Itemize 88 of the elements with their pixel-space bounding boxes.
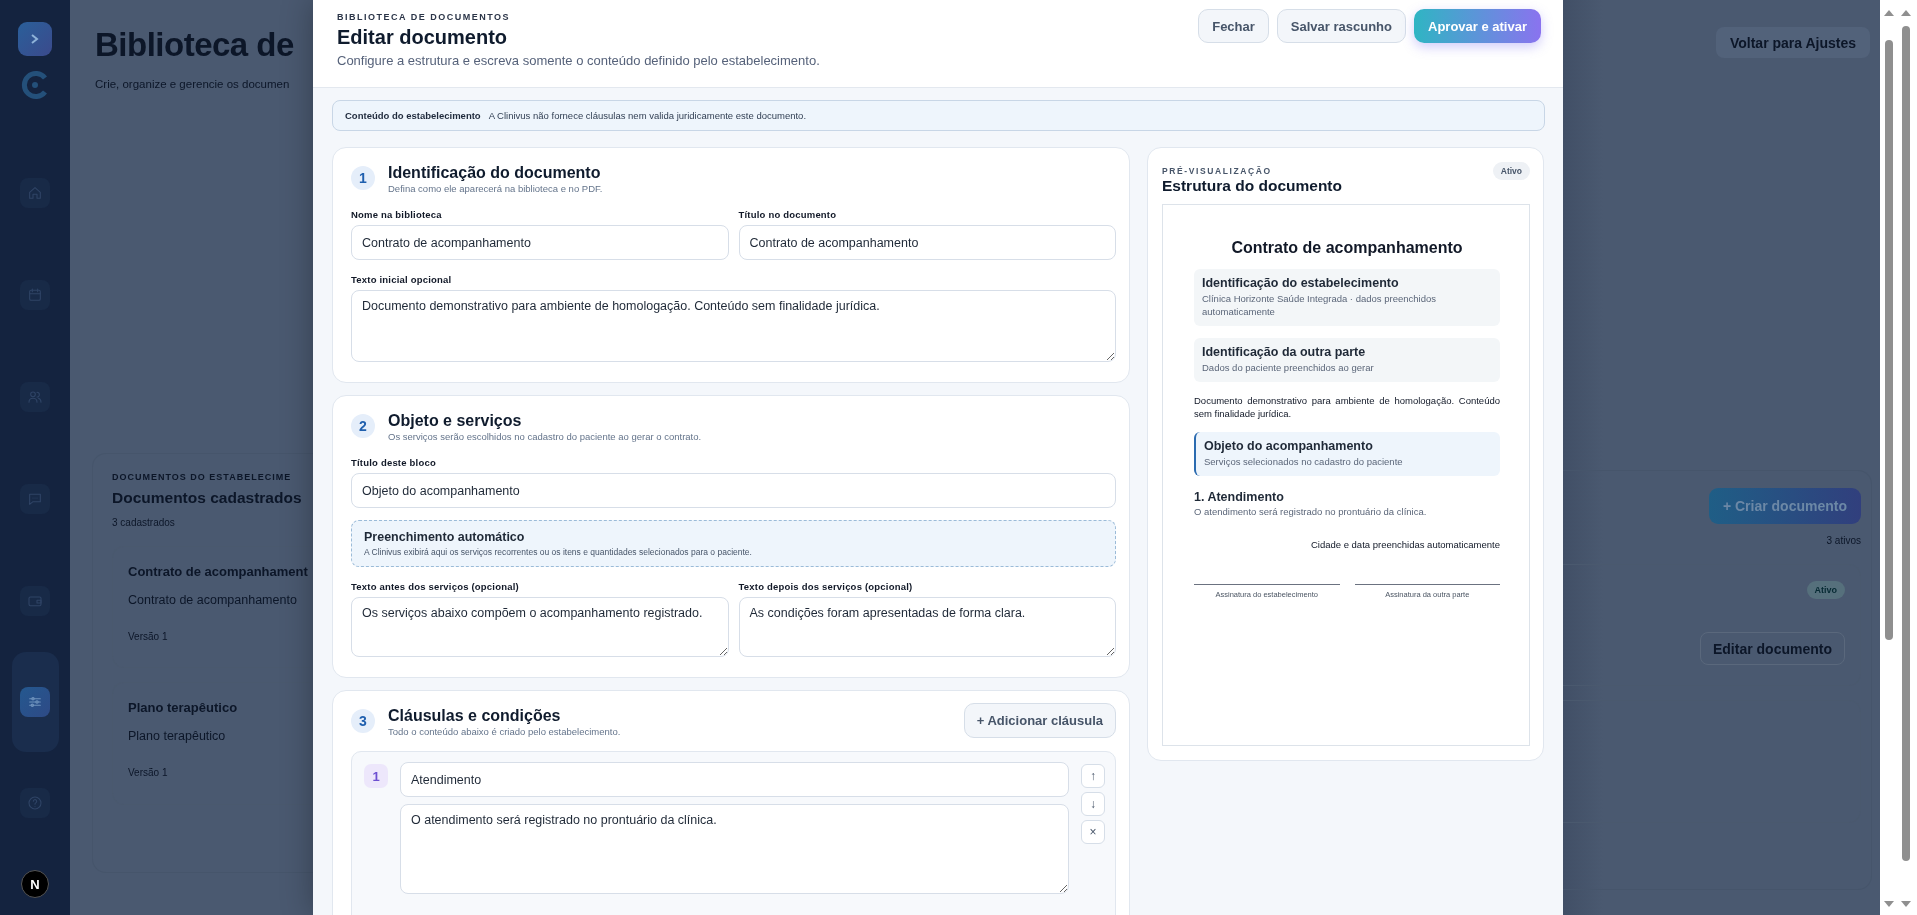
field-label: Texto inicial opcional <box>351 274 453 285</box>
home-icon <box>27 185 43 201</box>
input-field[interactable]: Objeto do acompanhamento <box>351 473 1116 508</box>
block-text: Clínica Horizonte Saúde Integrada · dados preenchidos automaticamente <box>1202 292 1437 318</box>
nav-item[interactable] <box>11 652 59 752</box>
clause-title: 1. Atendimento <box>1194 490 1285 504</box>
section-title: Objeto e serviços <box>388 411 523 431</box>
section-description: Os serviços serão escolhidos no cadastro do paciente ao gerar o contrato. <box>388 431 702 443</box>
modal-eyebrow: BIBLIOTECA DE DOCUMENTOS <box>337 11 511 23</box>
block-text: Dados do paciente preenchidos ao gerar <box>1202 361 1375 374</box>
document-title: Contrato de acompanhamento <box>1230 239 1464 257</box>
field-label: Título deste bloco <box>351 457 437 468</box>
logo-icon <box>20 70 50 100</box>
page-title: Biblioteca de <box>95 25 295 65</box>
sliders-icon <box>27 694 43 710</box>
field-label: Texto depois dos serviços (opcional) <box>738 581 914 592</box>
section-title: Cláusulas e condições <box>388 706 562 726</box>
document-title: Contrato de acompanhamento <box>128 592 298 609</box>
document-version: Versão 1 <box>128 767 169 778</box>
field-label: Texto antes dos serviços (opcional) <box>351 581 520 592</box>
clause-number: 1 <box>364 764 388 788</box>
field-label: Nome na biblioteca <box>351 209 443 220</box>
preview-title: Estrutura do documento <box>1162 176 1342 195</box>
notice-title: Conteúdo do estabelecimento <box>345 110 481 121</box>
auto-fill-title: Preenchimento automático <box>364 530 526 544</box>
step-number: 3 <box>351 709 375 733</box>
scroll-down-icon[interactable] <box>1900 899 1912 909</box>
close-button[interactable]: Fechar <box>1198 9 1269 43</box>
section-description: Defina como ele aparecerá na biblioteca e no PDF. <box>388 183 603 195</box>
nav-item[interactable] <box>20 280 50 310</box>
text-area[interactable]: Os serviços abaixo compõem o acompanhamento registrado. <box>351 597 729 657</box>
status-badge: Ativo <box>1492 162 1530 180</box>
scroll-up-icon[interactable] <box>1883 8 1895 18</box>
field-label: Título no documento <box>738 209 838 220</box>
nav-item[interactable] <box>20 788 50 818</box>
move-up-button[interactable]: ↑ <box>1081 764 1105 788</box>
calendar-icon <box>27 287 43 303</box>
page-subtitle: Crie, organize e gerencie os documen <box>95 78 291 90</box>
scrollbar-thumb[interactable] <box>1902 26 1910 861</box>
document-count: 3 cadastrados <box>112 517 176 529</box>
block-title: Identificação da outra parte <box>1202 344 1367 360</box>
document-title: Plano terapêutico <box>128 728 227 745</box>
block-text: Serviços selecionados no cadastro do paciente <box>1204 455 1404 468</box>
status-badge: Ativo <box>1806 581 1845 599</box>
block-title: Identificação do estabelecimento <box>1202 275 1400 291</box>
dev-badge[interactable]: N <box>21 870 49 898</box>
clause-title-field[interactable]: Atendimento <box>400 762 1069 797</box>
section-title: Identificação do documento <box>388 163 602 183</box>
modal-subtitle: Configure a estrutura e escreva somente o conteúdo definido pelo estabelecimento. <box>337 53 820 68</box>
input-field[interactable]: Contrato de acompanhamento <box>351 225 729 260</box>
clause-text: O atendimento será registrado no prontuário da clínica. <box>1194 506 1428 517</box>
document-name: Contrato de acompanhament <box>128 563 309 581</box>
scroll-up-icon[interactable] <box>1900 8 1912 18</box>
block-title: Objeto do acompanhamento <box>1204 438 1374 454</box>
nav-item[interactable] <box>20 586 50 616</box>
users-icon <box>27 389 43 405</box>
section-description: Todo o conteúdo abaixo é criado pelo estabelecimento. <box>388 726 621 738</box>
expand-button[interactable] <box>18 22 52 56</box>
auto-fill-text: A Clinivus exibirá aqui os serviços recorrentes ou os itens e quantidades selecionados para o paciente. <box>364 547 753 557</box>
document-version: Versão 1 <box>128 631 169 642</box>
remove-button[interactable]: × <box>1081 820 1105 844</box>
active-count: 3 ativos <box>1826 535 1861 547</box>
text-area[interactable]: As condições foram apresentadas de forma clara. <box>738 597 1116 657</box>
nav-item[interactable] <box>20 382 50 412</box>
document-name: Plano terapêutico <box>128 699 239 717</box>
nav-item[interactable] <box>20 484 50 514</box>
section-eyebrow: DOCUMENTOS DO ESTABELECIME <box>112 471 293 483</box>
section-title: Documentos cadastrados <box>112 488 303 508</box>
clause-text-area[interactable]: O atendimento será registrado no prontuário da clínica. <box>400 804 1069 894</box>
place-date-text: Cidade e data preenchidas automaticamente <box>1309 539 1500 550</box>
move-down-button[interactable]: ↓ <box>1081 792 1105 816</box>
chevron-icon <box>29 33 41 45</box>
nav-item[interactable] <box>20 178 50 208</box>
modal-title: Editar documento <box>337 25 508 50</box>
notice-text: A Clinivus não fornece cláusulas nem valida juridicamente este documento. <box>488 110 807 121</box>
help-icon <box>27 795 43 811</box>
save-draft-button[interactable]: Salvar rascunho <box>1276 9 1406 43</box>
scrollbar-thumb[interactable] <box>1885 40 1893 640</box>
step-number: 2 <box>351 414 375 438</box>
preview-eyebrow: PRÉ-VISUALIZAÇÃO <box>1162 166 1273 176</box>
step-number: 1 <box>351 166 375 190</box>
wallet-icon <box>27 593 43 609</box>
add-clause-button[interactable]: + Adicionar cláusula <box>963 703 1116 738</box>
chat-icon <box>27 491 43 507</box>
intro-paragraph: Documento demonstrativo para ambiente de homologação. Conteúdo sem finalidade jurídica. <box>1194 394 1500 420</box>
input-field[interactable]: Contrato de acompanhamento <box>738 225 1116 260</box>
text-area[interactable]: Documento demonstrativo para ambiente de homologação. Conteúdo sem finalidade jurídica. <box>351 290 1116 362</box>
scroll-down-icon[interactable] <box>1883 899 1895 909</box>
